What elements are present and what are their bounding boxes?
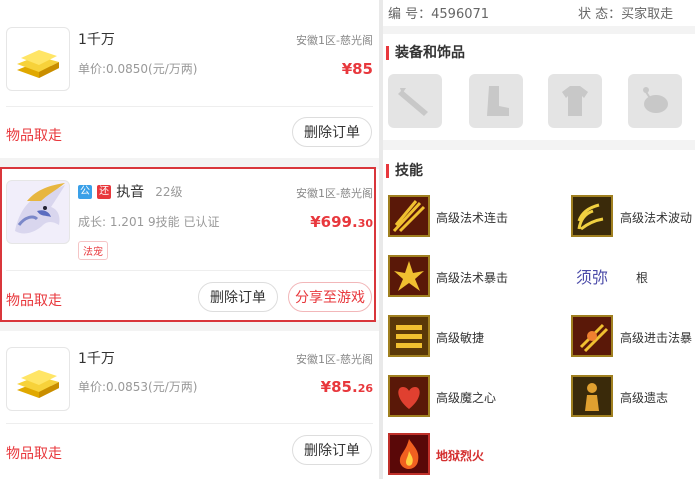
server-name: 安徽1区-慈光阁: [296, 34, 373, 47]
skill-name-text-only: 须弥: [576, 268, 609, 287]
divider: [6, 423, 373, 424]
magic-wave-skill-icon[interactable]: [571, 195, 613, 237]
divider: [6, 106, 373, 107]
order-card[interactable]: 1千万 单价:0.0853(元/万两) 安徽1区-慈光阁 ¥85.26 物品取走…: [0, 331, 379, 479]
skill-name: 高级魔之心: [436, 391, 497, 405]
skill-name: 高级敏捷: [436, 331, 485, 345]
magic-combo-skill-icon[interactable]: [388, 195, 430, 237]
weapon-slot-icon[interactable]: [388, 74, 442, 128]
order-list: 1千万 单价:0.0850(元/万两) 安徽1区-慈光阁 ¥85 物品取走 删除…: [0, 0, 379, 479]
skill-name: 高级法术暴击: [436, 271, 509, 285]
selected-order-highlight: [0, 167, 376, 322]
ornament-slot-icon[interactable]: [628, 74, 682, 128]
gold-ingot-icon: [6, 347, 70, 411]
unit-price: 单价:0.0853(元/万两): [78, 380, 198, 394]
item-title: 1千万: [78, 32, 115, 48]
attack-crit-skill-icon[interactable]: [571, 315, 613, 357]
skill-name-highlighted: 地狱烈火: [436, 449, 485, 463]
agility-skill-icon[interactable]: [388, 315, 430, 357]
price: ¥85: [341, 60, 373, 78]
root-label: 根: [636, 271, 649, 285]
section-title: 技能: [386, 164, 423, 178]
order-status: 状 态：买家取走: [578, 7, 674, 22]
section-title: 装备和饰品: [386, 46, 465, 60]
delete-order-button[interactable]: 删除订单: [292, 435, 372, 465]
item-title: 1千万: [78, 351, 115, 367]
boots-slot-icon[interactable]: [469, 74, 523, 128]
skills-section: 技能 高级法术连击 高级法术波动 高级法术暴击 须弥 根 高级敏捷 高级进击法暴…: [383, 150, 695, 479]
order-card[interactable]: 1千万 单价:0.0850(元/万两) 安徽1区-慈光阁 ¥85 物品取走 删除…: [0, 0, 379, 158]
item-taken-status: 物品取走: [6, 128, 62, 144]
pet-detail-panel: 编 号：4596071 状 态：买家取走 装备和饰品 技能 高级法术连击 高级法…: [383, 0, 695, 479]
armor-slot-icon[interactable]: [548, 74, 602, 128]
server-name: 安徽1区-慈光阁: [296, 353, 373, 366]
delete-order-button[interactable]: 删除订单: [292, 117, 372, 147]
detail-header: 编 号：4596071 状 态：买家取走: [383, 0, 695, 26]
demon-heart-skill-icon[interactable]: [388, 375, 430, 417]
price: ¥85.26: [320, 378, 373, 396]
gold-ingot-icon: [6, 27, 70, 91]
skill-name: 高级法术连击: [436, 211, 509, 225]
item-taken-status: 物品取走: [6, 446, 62, 462]
equipment-section: 装备和饰品: [383, 34, 695, 140]
skill-name: 高级进击法暴: [620, 331, 693, 345]
magic-crit-skill-icon[interactable]: [388, 255, 430, 297]
skill-name: 高级遗志: [620, 391, 669, 405]
unit-price: 单价:0.0850(元/万两): [78, 62, 198, 76]
order-id: 编 号：4596071: [388, 7, 490, 22]
legacy-skill-icon[interactable]: [571, 375, 613, 417]
skill-name: 高级法术波动: [620, 211, 693, 225]
hellfire-skill-icon[interactable]: [388, 433, 430, 475]
